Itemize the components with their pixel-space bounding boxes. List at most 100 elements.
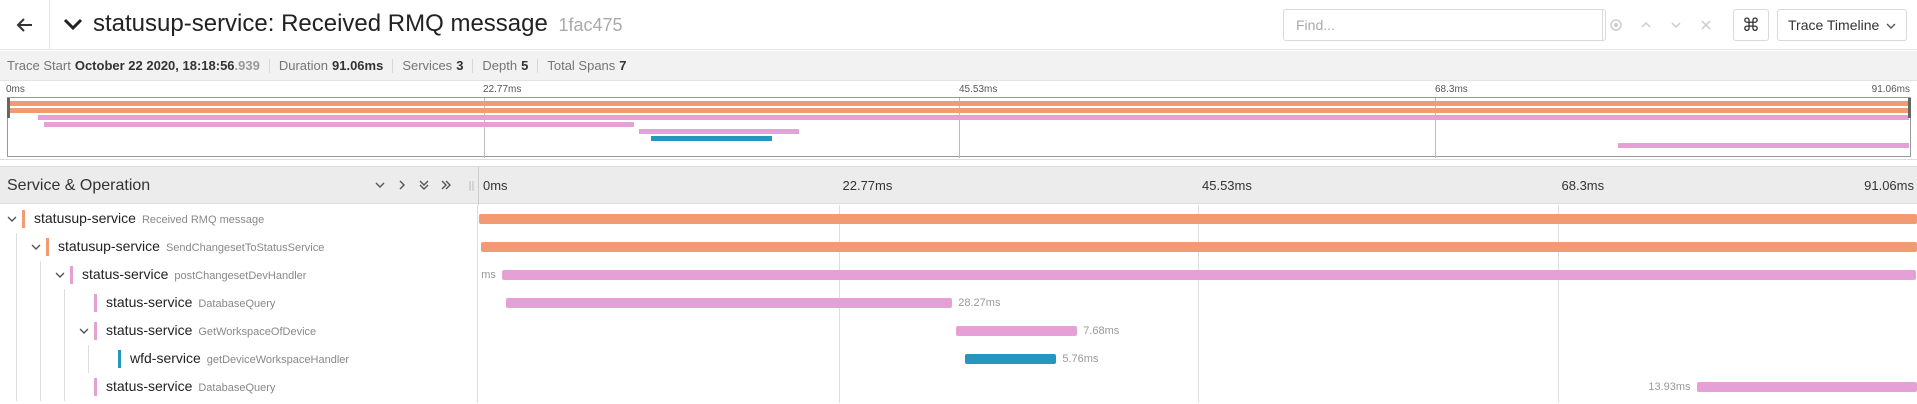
tree-indent-line xyxy=(40,261,41,289)
minimap-tick-label: 45.53ms xyxy=(959,84,998,95)
service-color-marker xyxy=(94,294,97,312)
span-bar[interactable] xyxy=(480,242,1917,252)
minimap-drag-handle[interactable] xyxy=(1908,98,1911,118)
span-label[interactable]: statusup-service SendChangesetToStatusSer… xyxy=(58,238,324,254)
divider xyxy=(392,58,394,73)
span-row[interactable]: statusup-service SendChangesetToStatusSer… xyxy=(0,233,478,261)
column-divider xyxy=(478,167,479,205)
span-row[interactable]: status-service DatabaseQuery xyxy=(0,289,478,317)
service-color-marker xyxy=(70,266,73,284)
span-bar[interactable] xyxy=(965,354,1057,364)
collapse-all-icon[interactable] xyxy=(416,177,432,193)
clear-icon[interactable] xyxy=(1691,9,1721,41)
chevron-down-icon[interactable] xyxy=(62,13,84,35)
trace-start-label: Trace Start xyxy=(7,58,71,73)
minimap-tick-label: 91.06ms xyxy=(1871,84,1910,95)
span-label[interactable]: status-service DatabaseQuery xyxy=(106,294,275,310)
duration-value: 91.06ms xyxy=(332,58,384,73)
tree-controls xyxy=(372,177,454,193)
span-timeline-row[interactable]: 7.68ms xyxy=(479,317,1917,345)
service-color-marker xyxy=(94,322,97,340)
span-row[interactable]: status-service GetWorkspaceOfDevice xyxy=(0,317,478,345)
tree-indent-line xyxy=(40,317,41,345)
span-bar[interactable] xyxy=(1696,382,1917,392)
span-timeline-row[interactable] xyxy=(479,233,1917,261)
expand-one-icon[interactable] xyxy=(394,177,410,193)
timeline-tick-label: 0ms xyxy=(483,178,508,193)
chevron-down-icon[interactable] xyxy=(29,240,43,254)
span-timeline-row[interactable]: 13.93ms xyxy=(479,373,1917,401)
span-label[interactable]: wfd-service getDeviceWorkspaceHandler xyxy=(130,350,349,366)
chevron-down-icon[interactable] xyxy=(77,324,91,338)
chevron-down-icon[interactable] xyxy=(1661,9,1691,41)
tree-indent-line xyxy=(16,317,17,345)
chevron-down-icon[interactable] xyxy=(53,268,67,282)
span-bar[interactable] xyxy=(479,214,1917,224)
span-duration-label: 5.76ms xyxy=(1062,353,1099,365)
minimap-gridline xyxy=(483,98,485,158)
span-label[interactable]: status-service GetWorkspaceOfDevice xyxy=(106,322,316,338)
span-row[interactable]: status-service DatabaseQuery xyxy=(0,373,478,401)
tree-indent-line xyxy=(16,289,17,317)
span-timeline-row[interactable] xyxy=(479,205,1917,233)
locate-icon[interactable] xyxy=(1601,9,1631,41)
span-timeline-row[interactable]: ms xyxy=(479,261,1917,289)
span-duration-label: 28.27ms xyxy=(958,297,1001,309)
span-label[interactable]: status-service postChangesetDevHandler xyxy=(82,266,306,282)
find-input[interactable] xyxy=(1284,10,1602,40)
tree-indent-line xyxy=(16,233,17,261)
minimap-span-bar xyxy=(638,129,800,135)
span-label[interactable]: status-service DatabaseQuery xyxy=(106,378,275,394)
tree-indent-line xyxy=(40,345,41,373)
minimap-drag-handle[interactable] xyxy=(7,98,10,118)
timeline-tick-label: 68.3ms xyxy=(1561,178,1605,193)
minimap-gridline xyxy=(1434,98,1436,158)
chevron-up-icon[interactable] xyxy=(1631,9,1661,41)
span-label[interactable]: statusup-service Received RMQ message xyxy=(34,210,264,226)
timeline-header: Service & Operation 0ms 22.77ms 45.53ms 68.… xyxy=(0,166,1917,205)
find-controls xyxy=(1601,9,1721,41)
minimap-ticks: 0ms 22.77ms 45.53ms 68.3ms 91.06ms xyxy=(0,82,1917,97)
tree-indent-line xyxy=(64,289,65,317)
span-row[interactable]: status-service postChangesetDevHandler xyxy=(0,261,478,289)
service-color-marker xyxy=(94,378,97,396)
collapse-one-icon[interactable] xyxy=(372,177,388,193)
span-timeline-row[interactable]: 28.27ms xyxy=(479,289,1917,317)
trace-start: Trace Start October 22 2020, 18:18:56.93… xyxy=(7,58,260,73)
span-row[interactable]: statusup-service Received RMQ message xyxy=(0,205,478,233)
view-mode-label: Trace Timeline xyxy=(1788,17,1880,33)
minimap-gridline xyxy=(959,98,960,158)
services-value: 3 xyxy=(456,58,464,73)
back-button[interactable] xyxy=(0,0,50,50)
timeline-tick-label: 22.77ms xyxy=(842,178,893,193)
minimap-span-bar xyxy=(1618,143,1910,149)
tree-indent-line xyxy=(64,345,65,373)
span-bar[interactable] xyxy=(505,298,953,308)
span-bar[interactable] xyxy=(955,326,1078,336)
service-name: status-service xyxy=(106,294,193,310)
column-resize-handle[interactable] xyxy=(469,181,475,191)
trace-start-value: October 22 2020, 18:18:56 xyxy=(74,58,235,73)
minimap-span-bar xyxy=(651,136,772,142)
span-timeline-row[interactable]: 5.76ms xyxy=(479,345,1917,373)
trace-minimap[interactable]: 0ms 22.77ms 45.53ms 68.3ms 91.06ms xyxy=(0,82,1917,160)
service-name: statusup-service xyxy=(34,210,136,226)
depth-value: 5 xyxy=(521,58,529,73)
arrow-left-icon xyxy=(16,18,32,32)
divider xyxy=(537,58,539,73)
span-row[interactable]: wfd-service getDeviceWorkspaceHandler xyxy=(0,345,478,373)
services-label: Services xyxy=(402,58,453,73)
total-spans-value: 7 xyxy=(619,58,627,73)
operation-name: GetWorkspaceOfDevice xyxy=(198,326,317,338)
chevron-down-icon[interactable] xyxy=(5,212,19,226)
expand-all-icon[interactable] xyxy=(438,177,454,193)
trace-start-ms: .939 xyxy=(234,58,260,73)
trace-header: statusup-service: Received RMQ message 1… xyxy=(0,0,1917,50)
span-duration-label: ms xyxy=(481,269,496,281)
duration-label: Duration xyxy=(278,58,328,73)
minimap-canvas[interactable] xyxy=(7,97,1911,158)
keyboard-shortcuts-button[interactable]: ⌘ xyxy=(1733,9,1769,41)
span-name-column: statusup-service Received RMQ message stat… xyxy=(0,205,478,403)
span-bar[interactable] xyxy=(501,270,1917,280)
view-mode-select[interactable]: Trace Timeline xyxy=(1777,9,1907,41)
